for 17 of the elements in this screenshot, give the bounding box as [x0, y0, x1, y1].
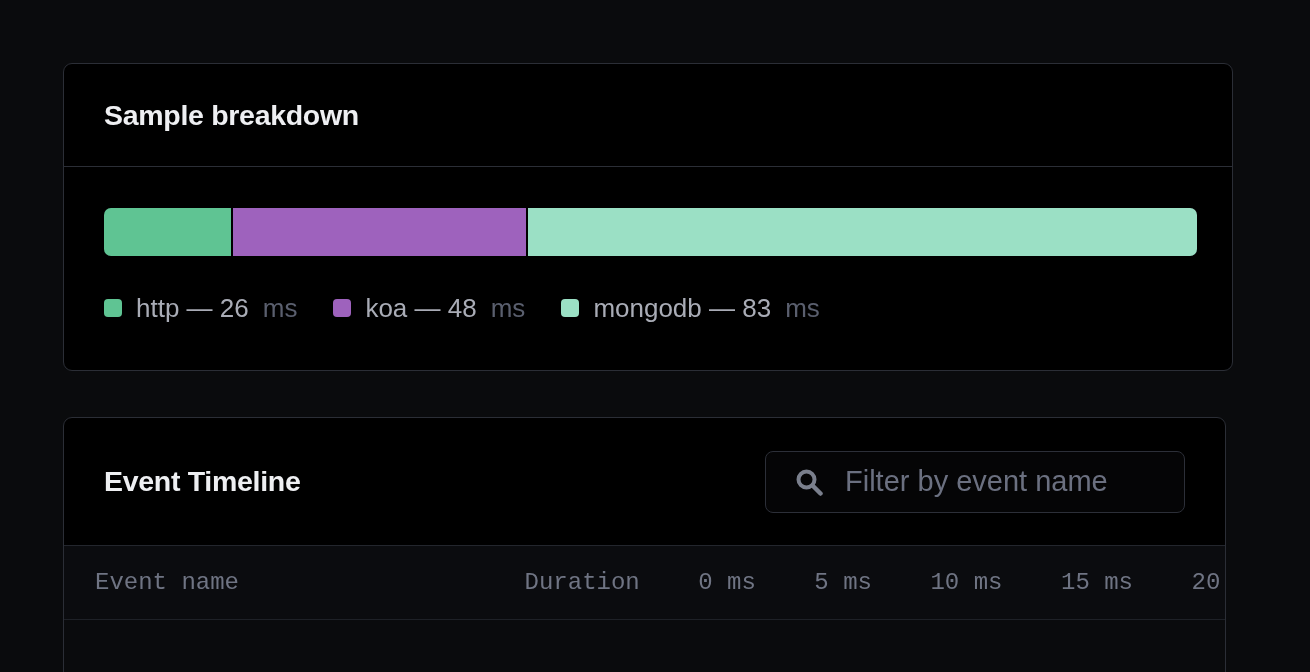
- card-title: Event Timeline: [104, 465, 301, 498]
- column-header: 15 ms: [1061, 569, 1133, 596]
- search-field[interactable]: Filter by event name: [765, 450, 1185, 513]
- column-header: Duration: [524, 569, 640, 596]
- search-icon: [795, 467, 823, 496]
- legend-unit: ms: [262, 293, 298, 323]
- legend-unit: ms: [490, 293, 526, 323]
- legend-unit: ms: [785, 293, 820, 323]
- legend-label: koa — 48: [365, 293, 477, 323]
- column-header: Event name: [95, 569, 240, 596]
- legend-label: mongodb — 83: [593, 293, 772, 323]
- column-header: 20: [1191, 569, 1221, 596]
- column-header: 5 ms: [814, 569, 872, 596]
- column-header: 10 ms: [930, 569, 1003, 596]
- legend-label: http — 26: [136, 293, 249, 323]
- card-title: Sample breakdown: [104, 98, 359, 132]
- column-header: 0 ms: [698, 569, 756, 596]
